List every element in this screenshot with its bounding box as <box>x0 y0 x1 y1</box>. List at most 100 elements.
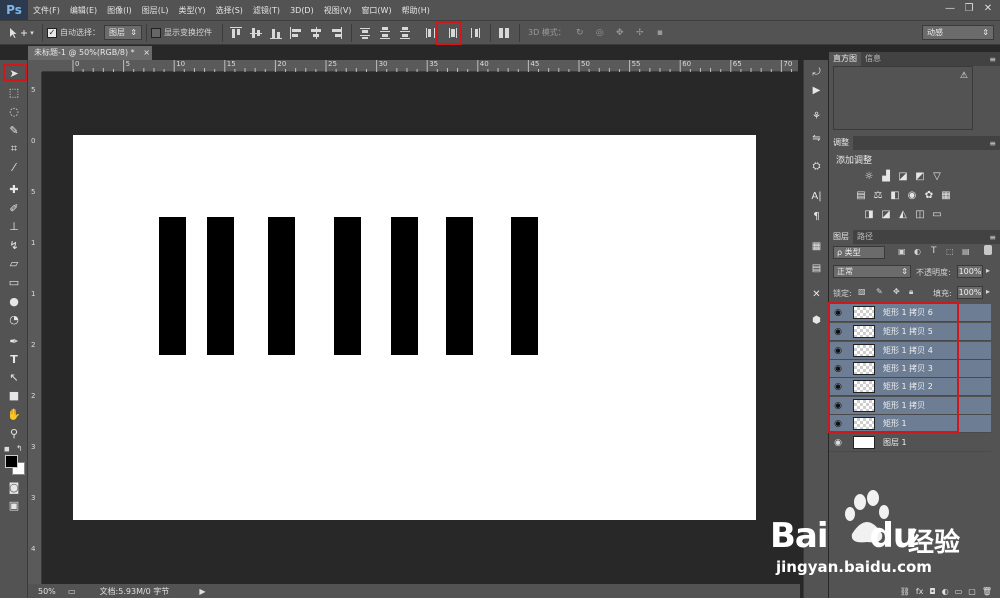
menu-help[interactable]: 帮助(H) <box>397 5 435 16</box>
tools-presets-icon[interactable]: ✕ <box>809 288 824 302</box>
menu-3d[interactable]: 3D(D) <box>285 6 319 15</box>
history-brush-tool-icon[interactable]: ↯ <box>5 238 23 254</box>
black-rectangle[interactable] <box>207 217 234 355</box>
posterize-icon[interactable]: ◪ <box>880 209 892 220</box>
zoom-tool-icon[interactable]: ⚲ <box>5 426 23 442</box>
crop-tool-icon[interactable]: ⌗ <box>5 141 23 157</box>
lock-all-icon[interactable]: 🔒︎ <box>909 287 913 297</box>
visibility-eye-icon[interactable]: ◉ <box>829 438 847 448</box>
3d-roll-icon[interactable]: ◎ <box>592 24 608 41</box>
marquee-tool-icon[interactable]: ⬚ <box>5 85 23 101</box>
warning-icon[interactable]: ⚠ <box>960 71 968 81</box>
path-select-tool-icon[interactable]: ↖ <box>5 370 23 386</box>
type-tool-icon[interactable]: T <box>5 352 23 368</box>
tab-info[interactable]: 信息 <box>861 52 885 66</box>
3d-rotate-icon[interactable]: ↻ <box>572 24 588 41</box>
dodge-tool-icon[interactable]: ◔ <box>5 312 23 328</box>
quick-select-tool-icon[interactable]: ✎ <box>5 123 23 139</box>
align-right-edges-button[interactable] <box>329 26 345 40</box>
lasso-tool-icon[interactable]: ◌ <box>5 104 23 120</box>
3d-panel-icon[interactable]: ⬢ <box>809 314 824 328</box>
black-rectangle[interactable] <box>446 217 473 355</box>
color-balance-icon[interactable]: ⚖ <box>872 190 884 201</box>
rectangle-tool-icon[interactable]: ■ <box>5 388 23 404</box>
opacity-input[interactable]: 100% <box>957 265 983 278</box>
align-bottom-edges-button[interactable] <box>269 26 285 40</box>
menu-edit[interactable]: 编辑(E) <box>65 5 102 16</box>
gradient-tool-icon[interactable]: ▭ <box>5 275 23 291</box>
gradient-map-icon[interactable]: ▭ <box>931 209 943 220</box>
link-layers-icon[interactable]: ⛓ <box>900 587 910 596</box>
photo-filter-icon[interactable]: ◉ <box>906 190 918 201</box>
filter-smart-object-icon[interactable]: ▤ <box>962 247 970 256</box>
status-menu-arrow-icon[interactable]: ▶ <box>199 587 205 596</box>
layer-row[interactable]: ◉ 图层 1 <box>829 434 991 452</box>
foreground-color-swatch[interactable] <box>5 455 18 468</box>
menu-layer[interactable]: 图层(L) <box>137 5 174 16</box>
black-white-icon[interactable]: ◧ <box>889 190 901 201</box>
tab-adjustments[interactable]: 调整 <box>829 136 853 150</box>
workspace-dropdown[interactable]: 动感 ⇕ <box>922 25 994 40</box>
align-left-edges-button[interactable] <box>289 26 305 40</box>
properties-panel-icon[interactable]: ▤ <box>809 262 824 276</box>
brush-presets-icon[interactable]: ⇋ <box>809 132 824 146</box>
menu-select[interactable]: 选择(S) <box>211 5 248 16</box>
restore-button[interactable]: ❐ <box>961 2 977 16</box>
blend-mode-dropdown[interactable]: 正常 ⇕ <box>833 265 911 278</box>
menu-file[interactable]: 文件(F) <box>28 5 65 16</box>
black-rectangle[interactable] <box>511 217 538 355</box>
menu-filter[interactable]: 滤镜(T) <box>248 5 285 16</box>
document-canvas[interactable] <box>73 135 756 520</box>
vibrance-icon[interactable]: ▽ <box>931 171 943 182</box>
clone-stamp-tool-icon[interactable]: ⊥ <box>5 219 23 235</box>
layer-kind-filter[interactable]: ρ 类型 <box>833 246 885 259</box>
chevron-right-icon[interactable]: ▸ <box>986 287 990 296</box>
healing-brush-tool-icon[interactable]: ✚ <box>5 182 23 198</box>
new-layer-icon[interactable]: ▢ <box>968 587 976 596</box>
panel-menu-icon[interactable]: ≡ <box>989 139 996 148</box>
menu-image[interactable]: 图像(I) <box>102 5 137 16</box>
channel-mixer-icon[interactable]: ✿ <box>923 190 935 201</box>
lock-image-icon[interactable]: ✎ <box>876 287 883 296</box>
lock-transparent-icon[interactable]: ▨ <box>858 287 866 296</box>
distribute-vertical-centers-button[interactable] <box>378 26 394 40</box>
hand-tool-icon[interactable]: ✋ <box>5 407 23 423</box>
3d-slide-icon[interactable]: ✢ <box>632 24 648 41</box>
3d-pan-icon[interactable]: ✥ <box>612 24 628 41</box>
minimize-button[interactable]: — <box>942 2 958 16</box>
auto-select-dropdown[interactable]: 图层 ⇕ <box>104 25 142 40</box>
filter-pixel-icon[interactable]: ▣ <box>898 247 906 256</box>
align-horizontal-centers-button[interactable] <box>309 26 325 40</box>
menu-type[interactable]: 类型(Y) <box>173 5 210 16</box>
tab-paths[interactable]: 路径 <box>853 230 877 244</box>
screen-mode-icon[interactable]: ▣ <box>5 498 23 514</box>
zoom-level[interactable]: 50% <box>38 587 64 596</box>
black-rectangle[interactable] <box>268 217 295 355</box>
blur-tool-icon[interactable]: ● <box>5 294 23 310</box>
history-panel-icon[interactable]: ⤾ <box>809 66 824 80</box>
pen-tool-icon[interactable]: ✒ <box>5 334 23 350</box>
hue-saturation-icon[interactable]: ▤ <box>855 190 867 201</box>
align-vertical-centers-button[interactable] <box>249 26 265 40</box>
invert-icon[interactable]: ◨ <box>863 209 875 220</box>
layer-comps-icon[interactable]: ▦ <box>809 240 824 254</box>
filter-adjustment-icon[interactable]: ◐ <box>914 247 921 256</box>
close-tab-icon[interactable]: × <box>143 48 150 57</box>
brush-panel-icon[interactable]: ⚘ <box>809 110 824 124</box>
filter-type-icon[interactable]: T <box>931 246 937 256</box>
add-mask-icon[interactable]: ◘ <box>929 587 935 596</box>
fx-icon[interactable]: fx <box>916 587 924 596</box>
delete-layer-icon[interactable]: 🗑︎ <box>982 587 992 596</box>
fill-input[interactable]: 100% <box>957 286 983 299</box>
black-rectangle[interactable] <box>159 217 186 355</box>
black-rectangle[interactable] <box>391 217 418 355</box>
new-adjustment-icon[interactable]: ◐ <box>942 587 949 596</box>
default-colors-icon[interactable]: ◼ <box>4 445 12 453</box>
status-info-icon[interactable]: ▭ <box>68 587 76 596</box>
distribute-right-edges-button[interactable] <box>468 26 484 40</box>
filter-shape-icon[interactable]: ⬚ <box>946 247 954 256</box>
close-button[interactable]: ✕ <box>980 2 996 16</box>
actions-panel-icon[interactable]: ▶ <box>809 84 824 98</box>
tab-layers[interactable]: 图层 <box>829 230 853 244</box>
new-group-icon[interactable]: ▭ <box>955 587 963 596</box>
